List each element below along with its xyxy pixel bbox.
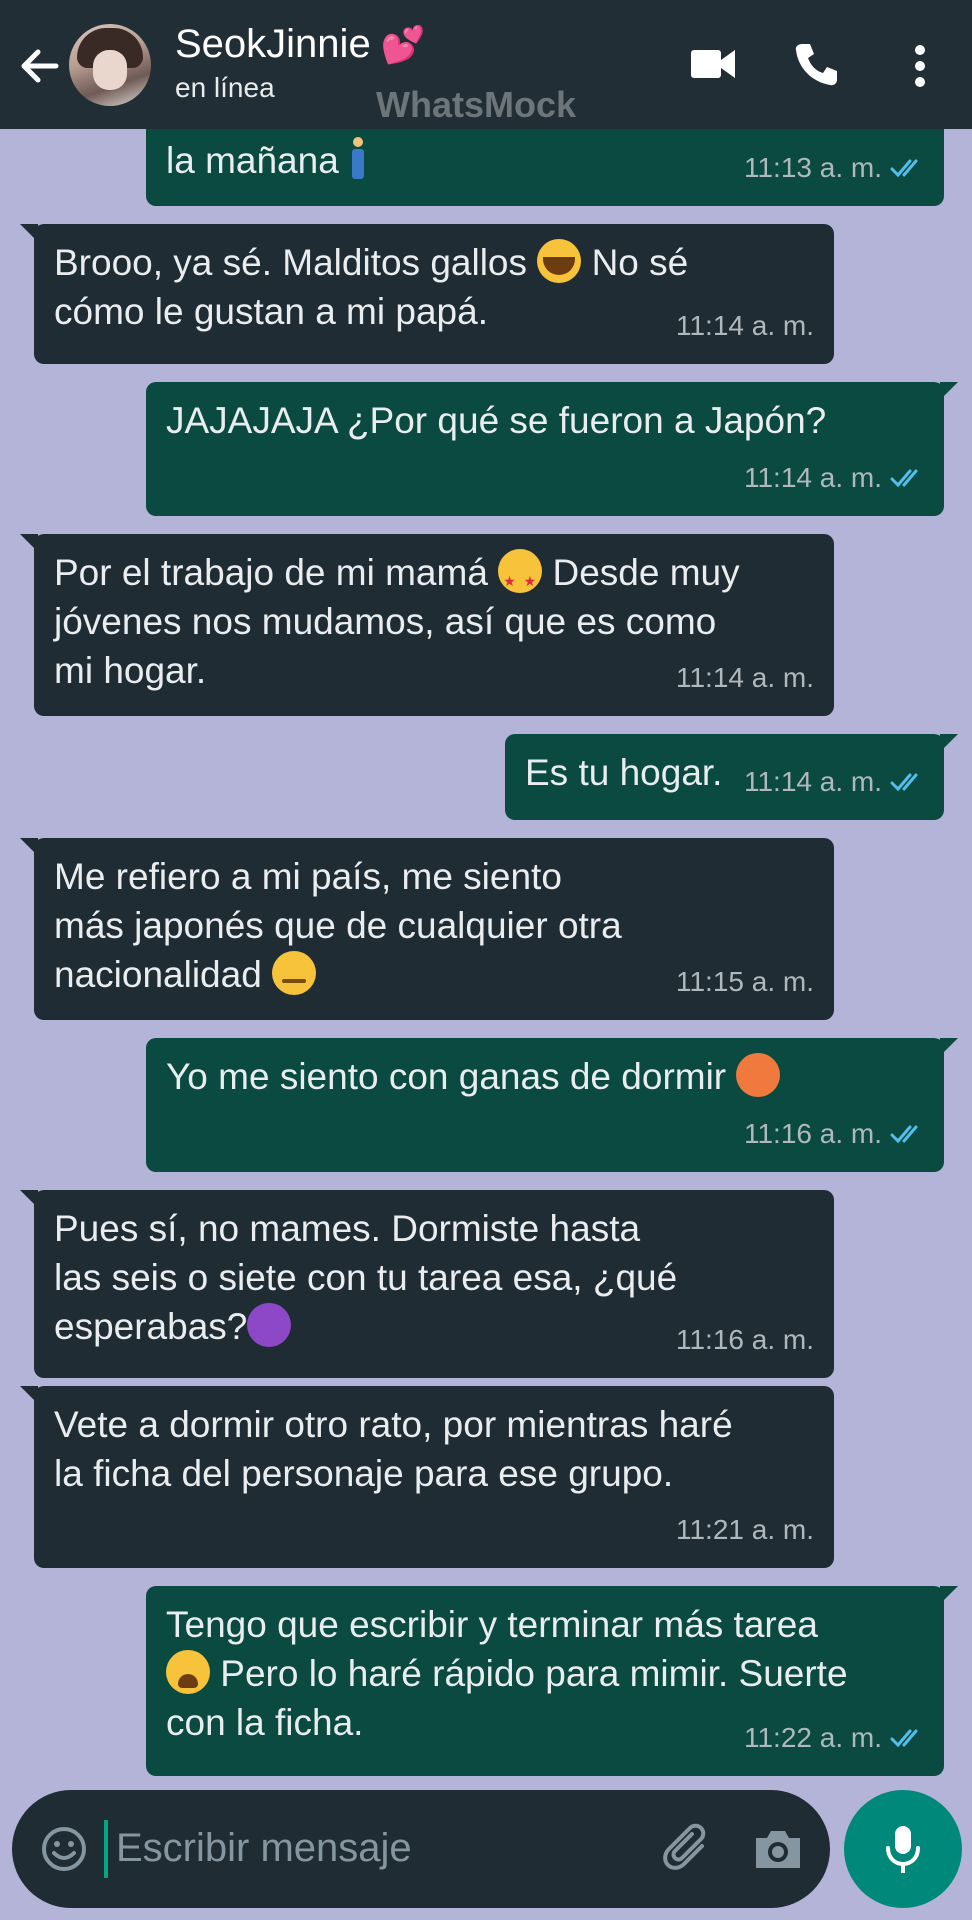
message-time: 11:16 a. m. xyxy=(743,1118,882,1149)
chat-area: la mañana 11:13 a. m. Brooo, ya sé. Mald… xyxy=(0,0,972,1920)
watermark: WhatsMock xyxy=(376,84,577,125)
attach-clip-icon[interactable] xyxy=(662,1822,714,1878)
message-bubble-incoming[interactable]: Por el trabajo de mi mamá Desde muy jóve… xyxy=(20,534,834,716)
more-options-icon[interactable] xyxy=(912,42,928,90)
message-meta: 11:21 a. m. xyxy=(676,1505,814,1554)
two-hearts-emoji: 💕 xyxy=(380,24,426,65)
message-time: 11:16 a. m. xyxy=(675,1324,814,1355)
message-time: 11:14 a. m. xyxy=(675,310,814,341)
contact-status: en línea xyxy=(175,72,275,103)
message-meta: 11:13 a. m. xyxy=(744,143,924,192)
video-call-icon[interactable] xyxy=(689,44,737,84)
message-meta: 11:14 a. m. xyxy=(744,453,924,502)
back-arrow-icon[interactable] xyxy=(16,42,64,90)
message-time: 11:13 a. m. xyxy=(743,152,882,183)
star-struck-emoji xyxy=(498,549,543,606)
message-bubble-outgoing[interactable]: Yo me siento con ganas de dormir 11:16 a… xyxy=(146,1038,958,1172)
message-meta: 11:15 a. m. xyxy=(676,957,814,1006)
message-time: 11:15 a. m. xyxy=(675,966,814,997)
message-bubble-incoming[interactable]: Brooo, ya sé. Malditos gallos No sé cómo… xyxy=(20,224,834,364)
mic-button[interactable] xyxy=(844,1790,962,1908)
double-check-icon xyxy=(890,469,918,487)
woozy-face-emoji xyxy=(272,951,317,995)
contact-avatar[interactable] xyxy=(69,24,151,106)
text-cursor xyxy=(104,1820,108,1878)
message-meta: 11:14 a. m. xyxy=(676,301,814,350)
message-time: 11:21 a. m. xyxy=(675,1514,814,1545)
double-check-icon xyxy=(890,773,918,791)
hot-face-emoji xyxy=(736,1053,781,1097)
double-check-icon xyxy=(890,1729,918,1747)
phone-icon[interactable] xyxy=(792,40,840,88)
message-input[interactable]: Escribir mensaje xyxy=(116,1826,412,1871)
message-meta: 11:16 a. m. xyxy=(676,1315,814,1364)
message-text: Vete a dormir otro rato, por mientras ha… xyxy=(54,1404,733,1494)
loudly-crying-emoji xyxy=(537,239,582,283)
message-bubble-incoming[interactable]: Me refiero a mi país, me siento más japo… xyxy=(20,838,834,1020)
message-bubble-outgoing[interactable]: Tengo que escribir y terminar más tarea … xyxy=(146,1586,958,1776)
message-meta: 11:14 a. m. xyxy=(744,757,924,806)
message-bubble-incoming[interactable]: Vete a dormir otro rato, por mientras ha… xyxy=(20,1386,834,1568)
message-meta: 11:14 a. m. xyxy=(676,653,814,702)
person-standing-emoji xyxy=(349,137,367,181)
double-check-icon xyxy=(890,159,918,177)
double-check-icon xyxy=(890,1125,918,1143)
angry-devil-emoji xyxy=(247,1303,292,1347)
message-text: Yo me siento con ganas de dormir xyxy=(166,1052,924,1101)
message-time: 11:14 a. m. xyxy=(675,662,814,693)
message-bubble-incoming[interactable]: Pues sí, no mames. Dormiste hasta las se… xyxy=(20,1190,834,1378)
camera-icon[interactable] xyxy=(752,1826,804,1872)
message-text: JAJAJAJA ¿Por qué se fueron a Japón? xyxy=(166,400,827,441)
message-input-bar: Escribir mensaje xyxy=(12,1790,830,1908)
weary-face-emoji xyxy=(166,1650,210,1694)
contact-name[interactable]: SeokJinnie 💕 xyxy=(175,22,426,67)
message-time: 11:14 a. m. xyxy=(743,766,882,797)
message-bubble-outgoing[interactable]: Es tu hogar. 11:14 a. m. xyxy=(505,734,958,820)
message-time: 11:14 a. m. xyxy=(743,462,882,493)
message-bubble-outgoing[interactable]: JAJAJAJA ¿Por qué se fueron a Japón? 11:… xyxy=(146,382,958,516)
mic-icon xyxy=(886,1826,920,1873)
message-meta: 11:16 a. m. xyxy=(744,1109,924,1158)
emoji-icon[interactable] xyxy=(40,1825,88,1873)
message-time: 11:22 a. m. xyxy=(743,1722,882,1753)
message-meta: 11:22 a. m. xyxy=(744,1713,924,1762)
